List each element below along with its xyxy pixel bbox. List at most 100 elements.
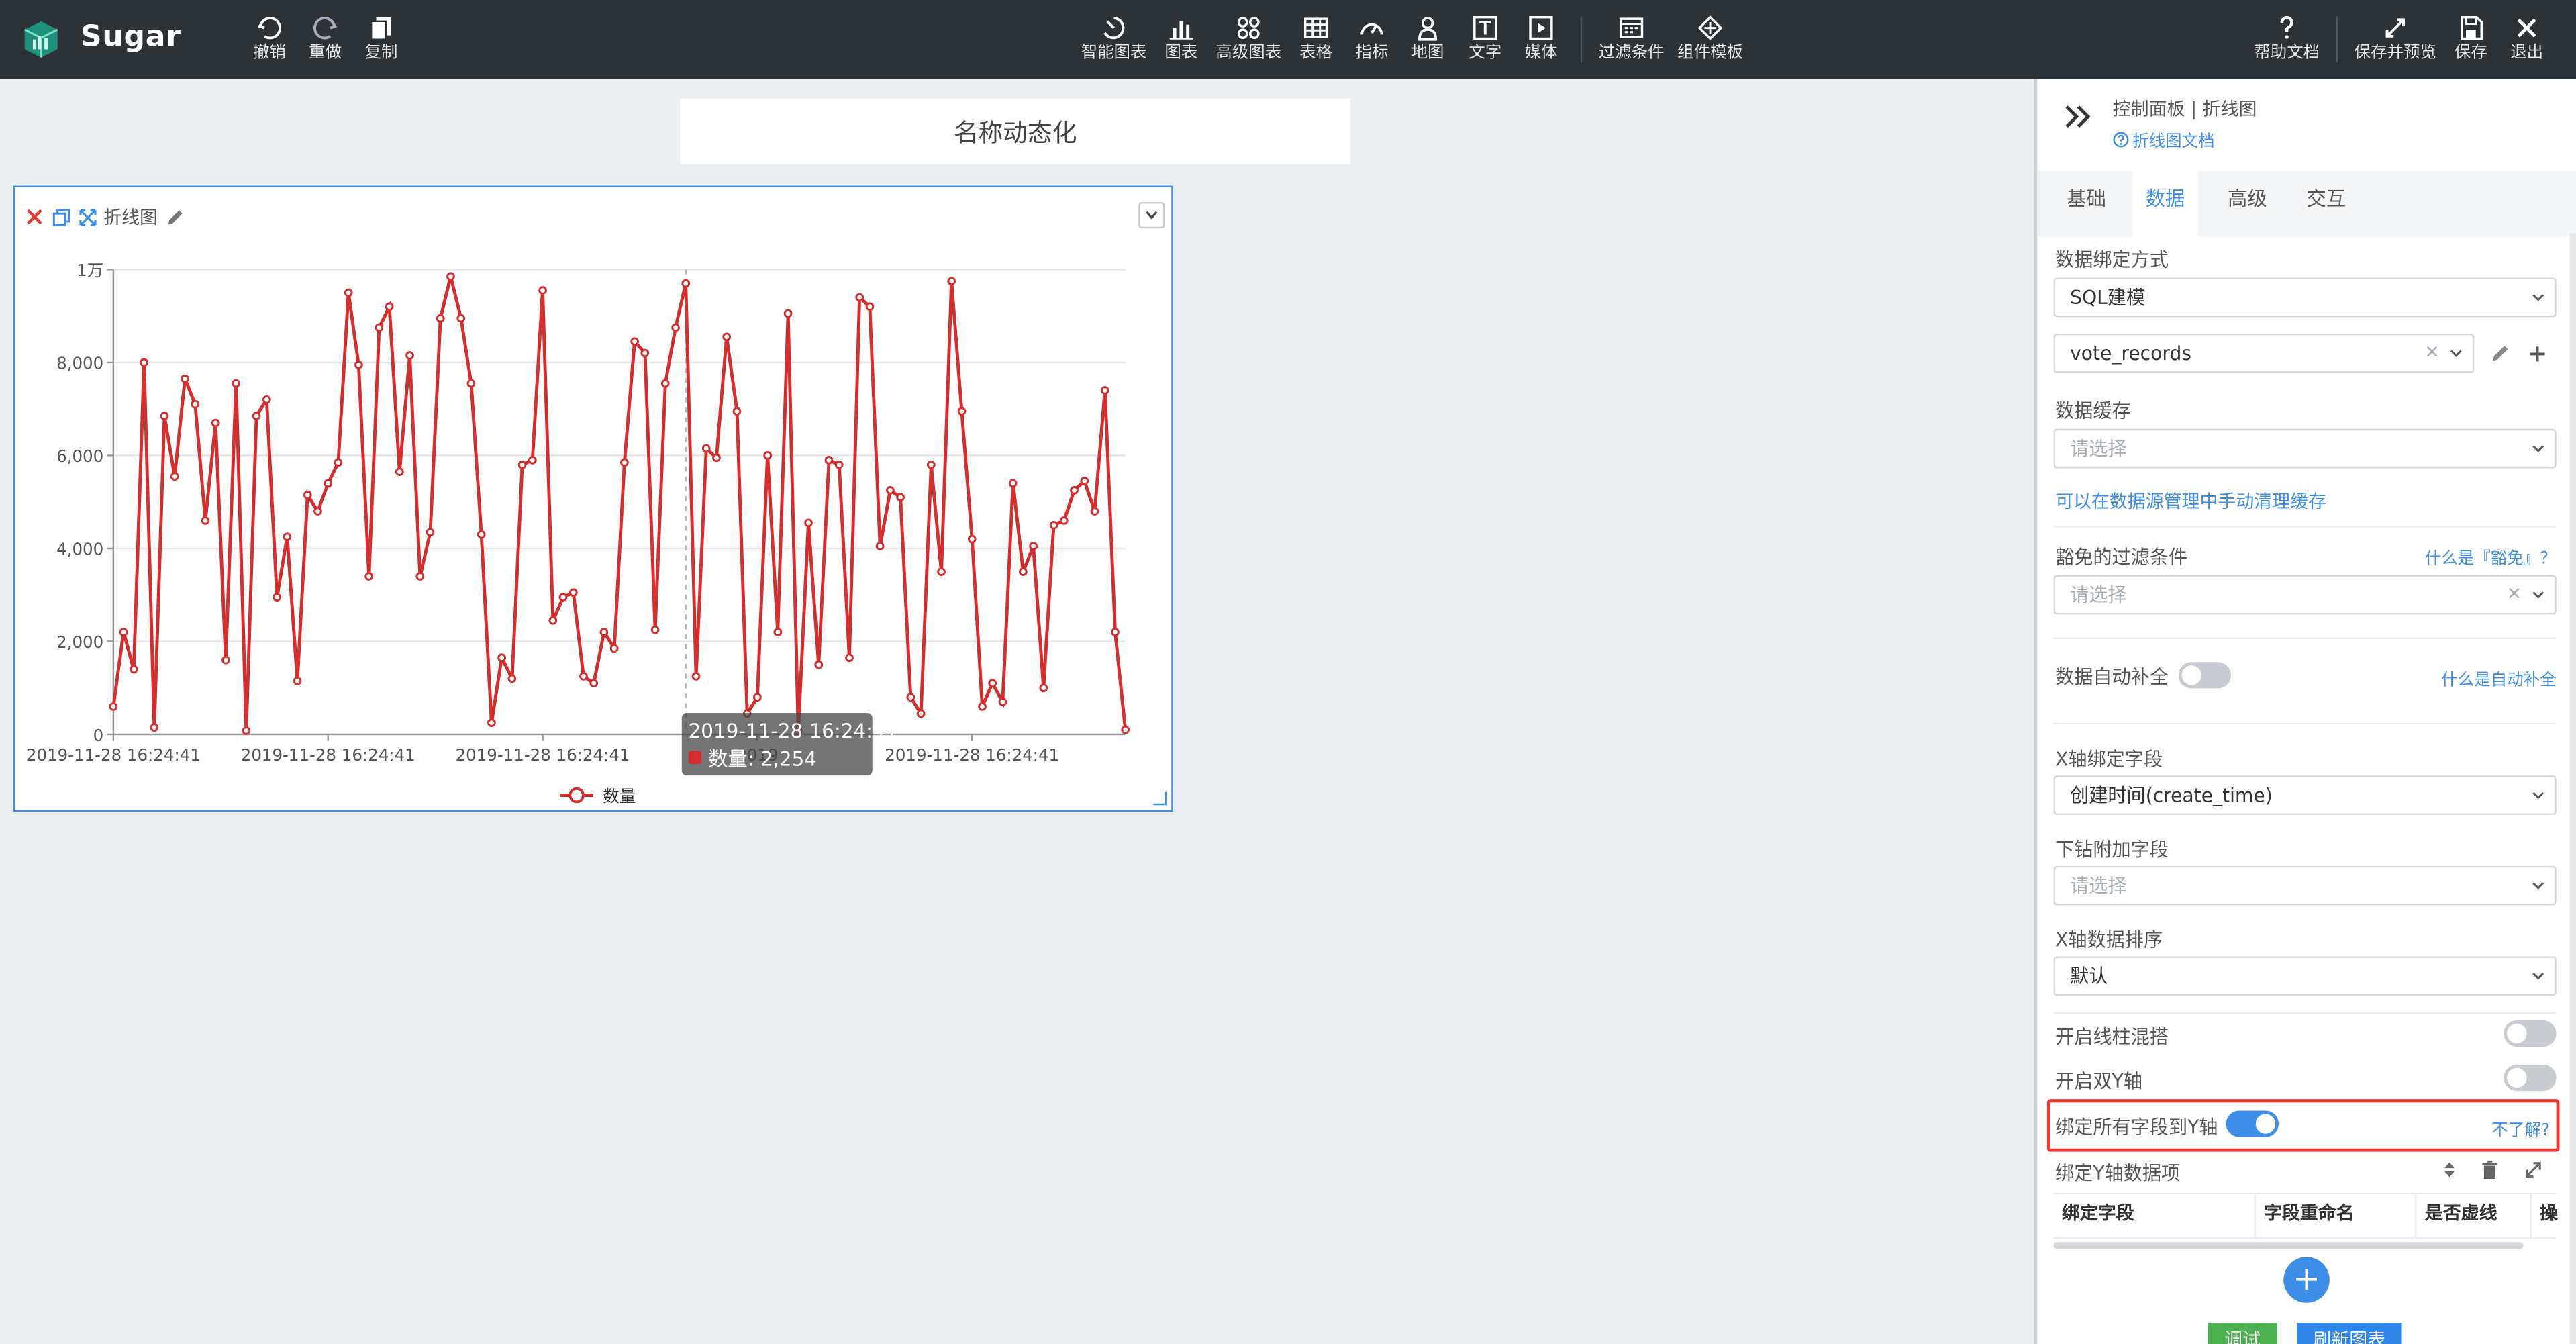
expand-icon[interactable] xyxy=(2524,1160,2543,1180)
clear-icon[interactable]: ✕ xyxy=(2507,577,2522,613)
top-toolbar: Sugar 撤销 重做 复制 智能图表 图表 高级图表 表格 指标 地图 文字 … xyxy=(0,0,2576,79)
save-preview-button[interactable]: 保存并预览 xyxy=(2352,15,2438,70)
tab-advanced[interactable]: 高级 xyxy=(2212,171,2284,237)
binding-method-label: 数据绑定方式 xyxy=(2055,248,2169,271)
y-tick-label: 4,000 xyxy=(56,540,103,559)
data-point xyxy=(344,288,353,297)
autofill-toggle[interactable] xyxy=(2178,662,2231,689)
redo-label: 重做 xyxy=(309,44,342,63)
data-point xyxy=(446,272,455,281)
y-tick-label: 6,000 xyxy=(56,446,103,466)
xaxis-field-select[interactable]: 创建时间(create_time) xyxy=(2053,775,2557,815)
advanced-chart-button[interactable]: 高级图表 xyxy=(1214,15,1283,70)
refresh-chart-button[interactable]: 刷新图表 xyxy=(2296,1323,2402,1344)
data-point xyxy=(548,616,558,625)
data-point xyxy=(375,323,384,332)
exempt-filter-select[interactable]: 请选择 ✕ xyxy=(2053,575,2557,615)
text-button[interactable]: 文字 xyxy=(1465,15,1505,70)
data-point xyxy=(589,679,599,688)
binding-method-select[interactable]: SQL建模 xyxy=(2053,277,2557,318)
exempt-help-link[interactable]: 什么是『豁免』？ xyxy=(2425,544,2557,569)
chart-label: 图表 xyxy=(1165,44,1198,63)
bind-all-help-link[interactable]: 不了解? xyxy=(2491,1116,2549,1141)
data-point xyxy=(1090,507,1099,516)
line-bar-mix-toggle[interactable] xyxy=(2504,1020,2557,1047)
duplicate-icon[interactable] xyxy=(51,207,70,226)
map-label: 地图 xyxy=(1411,44,1444,63)
data-point xyxy=(456,314,466,323)
save-button[interactable]: 保存 xyxy=(2451,15,2491,70)
xaxis-sort-value: 默认 xyxy=(2070,964,2108,988)
divider xyxy=(2053,1012,2557,1014)
data-point xyxy=(1029,542,1038,550)
save-icon xyxy=(2461,15,2483,40)
delete-icon[interactable] xyxy=(25,207,44,226)
debug-button[interactable]: 调试 xyxy=(2208,1323,2277,1344)
autofill-help-link[interactable]: 什么是自动补全 xyxy=(2441,665,2556,690)
tab-interaction[interactable]: 交互 xyxy=(2290,171,2363,237)
add-source-icon[interactable] xyxy=(2528,345,2546,363)
redo-button[interactable]: 重做 xyxy=(307,15,344,70)
resize-handle[interactable] xyxy=(1153,791,1167,806)
exit-button[interactable]: 退出 xyxy=(2507,15,2546,70)
dual-yaxis-label: 开启双Y轴 xyxy=(2055,1069,2142,1093)
filter-button[interactable]: 过滤条件 xyxy=(1597,15,1666,70)
panel-scrollbar[interactable] xyxy=(2569,233,2576,1344)
collapse-panel-icon[interactable] xyxy=(2063,103,2093,130)
data-point xyxy=(763,451,772,460)
chevron-down-icon xyxy=(2532,882,2544,890)
gauge-icon xyxy=(1360,23,1383,35)
line-chart[interactable]: 0 2,000 4,000 6,000 8,000 1万 2019-11-28 16:24:… xyxy=(15,187,1175,813)
data-point xyxy=(170,472,179,481)
dual-yaxis-toggle[interactable] xyxy=(2504,1064,2557,1092)
data-point xyxy=(722,332,732,342)
xaxis-field-value: 创建时间(create_time) xyxy=(2070,783,2273,807)
edit-source-icon[interactable] xyxy=(2491,344,2510,363)
template-button[interactable]: 组件模板 xyxy=(1676,15,1745,70)
clear-icon[interactable]: ✕ xyxy=(2424,335,2440,371)
template-icon xyxy=(1697,15,1723,40)
sort-icon[interactable] xyxy=(2441,1160,2457,1180)
chart-doc-link[interactable]: 折线图文档 xyxy=(2113,126,2214,151)
template-label: 组件模板 xyxy=(1677,44,1744,63)
data-point xyxy=(650,625,660,634)
xaxis-sort-select[interactable]: 默认 xyxy=(2053,956,2557,996)
undo-icon xyxy=(257,17,282,40)
x-tick-label: 2019-11-28 16:24:41 xyxy=(885,745,1059,765)
drill-field-select[interactable]: 请选择 xyxy=(2053,865,2557,906)
help-doc-button[interactable]: 帮助文档 xyxy=(2252,15,2322,70)
map-button[interactable]: 地图 xyxy=(1408,15,1448,70)
trash-icon[interactable] xyxy=(2481,1160,2499,1180)
data-point xyxy=(283,532,292,541)
indicator-button[interactable]: 指标 xyxy=(1352,15,1391,70)
data-point xyxy=(620,458,629,467)
undo-button[interactable]: 撤销 xyxy=(251,15,287,70)
clear-cache-link[interactable]: 可以在数据源管理中手动清理缓存 xyxy=(2055,488,2326,514)
line-chart-component[interactable]: 0 2,000 4,000 6,000 8,000 1万 2019-11-28 16:24:… xyxy=(13,185,1175,813)
cache-select[interactable]: 请选择 xyxy=(2053,428,2557,469)
x-tick-label: 2019-11-28 16:24:41 xyxy=(26,745,201,765)
dashboard-title-component[interactable]: 名称动态化 xyxy=(680,98,1351,164)
toolbar-separator xyxy=(1580,16,1583,63)
bind-all-fields-toggle[interactable] xyxy=(2226,1110,2279,1137)
smart-chart-button[interactable]: 智能图表 xyxy=(1079,15,1148,70)
chart-button[interactable]: 图表 xyxy=(1162,15,1201,70)
data-point xyxy=(824,455,834,465)
copy-button[interactable]: 复制 xyxy=(363,15,399,70)
table-horizontal-scrollbar[interactable] xyxy=(2053,1242,2524,1249)
fullscreen-icon[interactable] xyxy=(77,207,97,226)
table-button[interactable]: 表格 xyxy=(1296,15,1336,70)
data-point xyxy=(211,418,220,428)
tab-data[interactable]: 数据 xyxy=(2132,171,2199,237)
data-point xyxy=(538,286,547,295)
tab-basic[interactable]: 基础 xyxy=(2050,171,2123,237)
tooltip-value: 数量: 2,254 xyxy=(708,747,817,770)
chevron-down-icon xyxy=(2450,350,2462,357)
add-yaxis-item-button[interactable]: + xyxy=(2283,1257,2330,1303)
media-button[interactable]: 媒体 xyxy=(1522,15,1561,70)
data-source-select[interactable]: vote_records ✕ xyxy=(2053,333,2475,373)
toolbar-separator xyxy=(2336,16,2338,63)
edit-pencil-icon[interactable] xyxy=(164,207,184,226)
chart-dropdown-button[interactable] xyxy=(1138,202,1165,229)
data-point xyxy=(671,323,680,332)
